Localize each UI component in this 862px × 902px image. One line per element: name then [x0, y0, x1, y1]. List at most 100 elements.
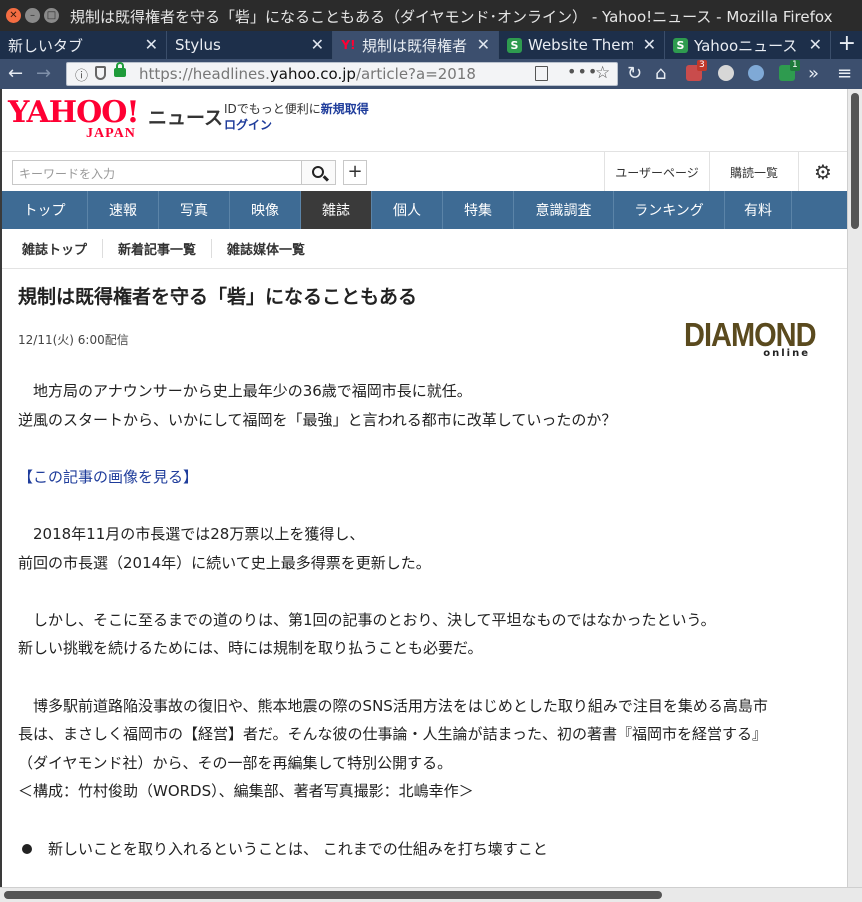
masthead: YAHOO! JAPAN ニュース IDでもっと便利に新規取得 ログイン [2, 89, 847, 151]
vertical-scroll-thumb[interactable] [851, 93, 859, 229]
add-keyword-button[interactable]: + [343, 160, 367, 185]
logo-japan-text: JAPAN [86, 126, 136, 141]
search-button[interactable] [301, 160, 336, 185]
paragraph-line: 新しい挑戦を続けるためには、時には規制を取り払うことも必要だ。 [18, 639, 483, 658]
back-arrow-icon[interactable]: ← [8, 62, 23, 86]
id-promo-text: IDでもっと便利に [224, 102, 321, 116]
yahoo-icon: Y! [341, 38, 356, 52]
id-promo: IDでもっと便利に新規取得 [224, 100, 369, 117]
paragraph-line: 逆風のスタートから、いかにして福岡を「最強」と言われる都市に改革していったのか？ [18, 410, 617, 429]
paragraph-line: しかし、そこに至るまでの道のりは、第1回の記事のとおり、決して平坦なものではなか… [18, 610, 716, 629]
reload-icon[interactable]: ↻ [627, 62, 642, 86]
search-row: キーワードを入力 + ユーザーページ 購読一覧 ⚙ [2, 151, 847, 192]
signup-link[interactable]: 新規取得 [321, 102, 369, 116]
url-prefix: https://headlines. [139, 65, 270, 83]
extension-globe-icon[interactable] [748, 65, 764, 81]
url-host: yahoo.co.jp [269, 65, 356, 83]
tab-label: 規制は既得権者 [362, 36, 468, 55]
article-images-link[interactable]: 【この記事の画像を見る】 [18, 463, 828, 492]
paragraph-line: ＜構成：竹村俊助（WORDS）、編集部、著者写真撮影：北嶋幸作＞ [18, 782, 474, 801]
subnav-magazine-top[interactable]: 雑誌トップ [22, 239, 104, 258]
tab-close-icon[interactable]: ✕ [643, 35, 656, 54]
tab-yahoo-article[interactable]: Y! 規制は既得権者 ✕ [333, 31, 499, 59]
tab-yahoo-news-style[interactable]: S Yahooニュース ✕ [665, 31, 831, 59]
window-titlebar: ✕ – □ 規制は既得権者を守る「砦」になることもある（ダイヤモンド･オンライン… [0, 0, 862, 31]
stylus-icon: S [507, 37, 522, 53]
nav-individual[interactable]: 個人 [372, 191, 443, 229]
nav-magazine[interactable]: 雑誌 [301, 191, 372, 229]
subnav-magazine-list[interactable]: 雑誌媒体一覧 [212, 239, 320, 258]
tab-label: Yahooニュース [694, 36, 798, 55]
subnav-new-articles[interactable]: 新着記事一覧 [103, 239, 213, 258]
tab-close-icon[interactable]: ✕ [145, 35, 158, 54]
paragraph-line: 2018年11月の市長選では28万票以上を獲得し、 [18, 524, 365, 543]
page-actions-more-icon[interactable]: ••• [567, 62, 598, 81]
publish-date: 12/11(火) 6:00配信 [18, 333, 129, 347]
subscriptions-link[interactable]: 購読一覧 [709, 152, 798, 192]
extension-check-icon[interactable] [718, 65, 734, 81]
tab-close-icon[interactable]: ✕ [311, 35, 324, 54]
search-input[interactable]: キーワードを入力 [12, 160, 301, 185]
url-text[interactable]: https://headlines.yahoo.co.jp/article?a=… [139, 65, 519, 83]
tab-label: Stylus [175, 36, 221, 54]
window-maximize-icon[interactable]: □ [44, 8, 59, 23]
section-heading-text: 新しいことを取り入れるということは、 これまでの仕組みを打ち壊すこと [48, 839, 548, 858]
new-tab-plus-icon[interactable]: + [838, 32, 856, 56]
tab-close-icon[interactable]: ✕ [477, 35, 490, 54]
horizontal-scroll-thumb[interactable] [4, 891, 662, 899]
bookmark-star-icon[interactable]: ☆ [595, 63, 610, 83]
url-path: /article?a=2018 [355, 65, 476, 83]
bullet-icon [22, 843, 32, 854]
nav-photo[interactable]: 写真 [159, 191, 230, 229]
nav-ranking[interactable]: ランキング [614, 191, 725, 229]
window-close-icon[interactable]: ✕ [6, 8, 21, 23]
vertical-scrollbar[interactable] [847, 89, 862, 887]
paragraph-line: （ダイヤモンド社）から、その一部を再編集して特別公開する。 [18, 753, 453, 772]
magazine-subnav: 雑誌トップ 新着記事一覧 雑誌媒体一覧 [2, 229, 847, 269]
info-icon[interactable]: ⓘ [75, 65, 88, 84]
article-body: 地方局のアナウンサーから史上最年少の36歳で福岡市長に就任。 逆風のスタートから… [18, 377, 828, 863]
extension-badge: 1 [790, 60, 800, 71]
home-icon[interactable]: ⌂ [655, 62, 666, 86]
lock-icon[interactable] [114, 62, 126, 77]
gear-icon[interactable]: ⚙ [798, 152, 847, 192]
url-bar[interactable]: ⓘ https://headlines.yahoo.co.jp/article?… [66, 62, 618, 86]
reader-view-icon[interactable] [535, 66, 548, 81]
window-controls: ✕ – □ [6, 8, 59, 23]
window-title: 規制は既得権者を守る「砦」になることもある（ダイヤモンド･オンライン） - Ya… [70, 8, 833, 26]
nav-feature[interactable]: 特集 [443, 191, 514, 229]
horizontal-scrollbar[interactable] [0, 887, 862, 902]
login-link[interactable]: ログイン [224, 116, 272, 133]
logo-yahoo-text: YAHOO! [8, 95, 140, 130]
article-headline: 規制は既得権者を守る「砦」になることもある [18, 286, 418, 308]
yahoo-japan-logo[interactable]: YAHOO! JAPAN [8, 96, 144, 146]
window-minimize-icon[interactable]: – [25, 8, 40, 23]
paragraph-line: 前回の市長選（2014年）に続いて史上最多得票を更新した。 [18, 553, 431, 572]
nav-survey[interactable]: 意識調査 [514, 191, 614, 229]
user-page-link[interactable]: ユーザーページ [604, 152, 709, 192]
overflow-chevron-icon[interactable]: » [808, 62, 819, 86]
tab-new-tab[interactable]: 新しいタブ ✕ [0, 31, 167, 59]
nav-top[interactable]: トップ [2, 191, 88, 229]
hamburger-menu-icon[interactable]: ≡ [837, 62, 852, 86]
forward-arrow-icon[interactable]: → [36, 62, 51, 86]
navigation-toolbar: ← → ⓘ https://headlines.yahoo.co.jp/arti… [0, 59, 862, 89]
news-section-label[interactable]: ニュース [148, 103, 223, 130]
tracking-shield-icon[interactable] [95, 66, 106, 80]
paragraph-line: 長は、まさしく福岡市の【経営】者だ。そんな彼の仕事論・人生論が詰まった、初の著書… [18, 725, 767, 744]
nav-video[interactable]: 映像 [230, 191, 301, 229]
section-heading: 新しいことを取り入れるということは、 これまでの仕組みを打ち壊すこと [18, 835, 828, 864]
diamond-online-logo[interactable]: DIAMOND online [684, 317, 817, 361]
paragraph-line: 地方局のアナウンサーから史上最年少の36歳で福岡市長に就任。 [18, 382, 472, 400]
tab-close-icon[interactable]: ✕ [809, 35, 822, 54]
tab-stylus[interactable]: Stylus ✕ [167, 31, 333, 59]
tab-strip: 新しいタブ ✕ Stylus ✕ Y! 規制は既得権者 ✕ S Website … [0, 31, 862, 59]
tab-label: 新しいタブ [8, 36, 84, 55]
tab-website-themes[interactable]: S Website Themes ✕ [499, 31, 665, 59]
diamond-logo-subtext: online [763, 348, 810, 359]
nav-breaking[interactable]: 速報 [88, 191, 159, 229]
nav-paid[interactable]: 有料 [725, 191, 792, 229]
